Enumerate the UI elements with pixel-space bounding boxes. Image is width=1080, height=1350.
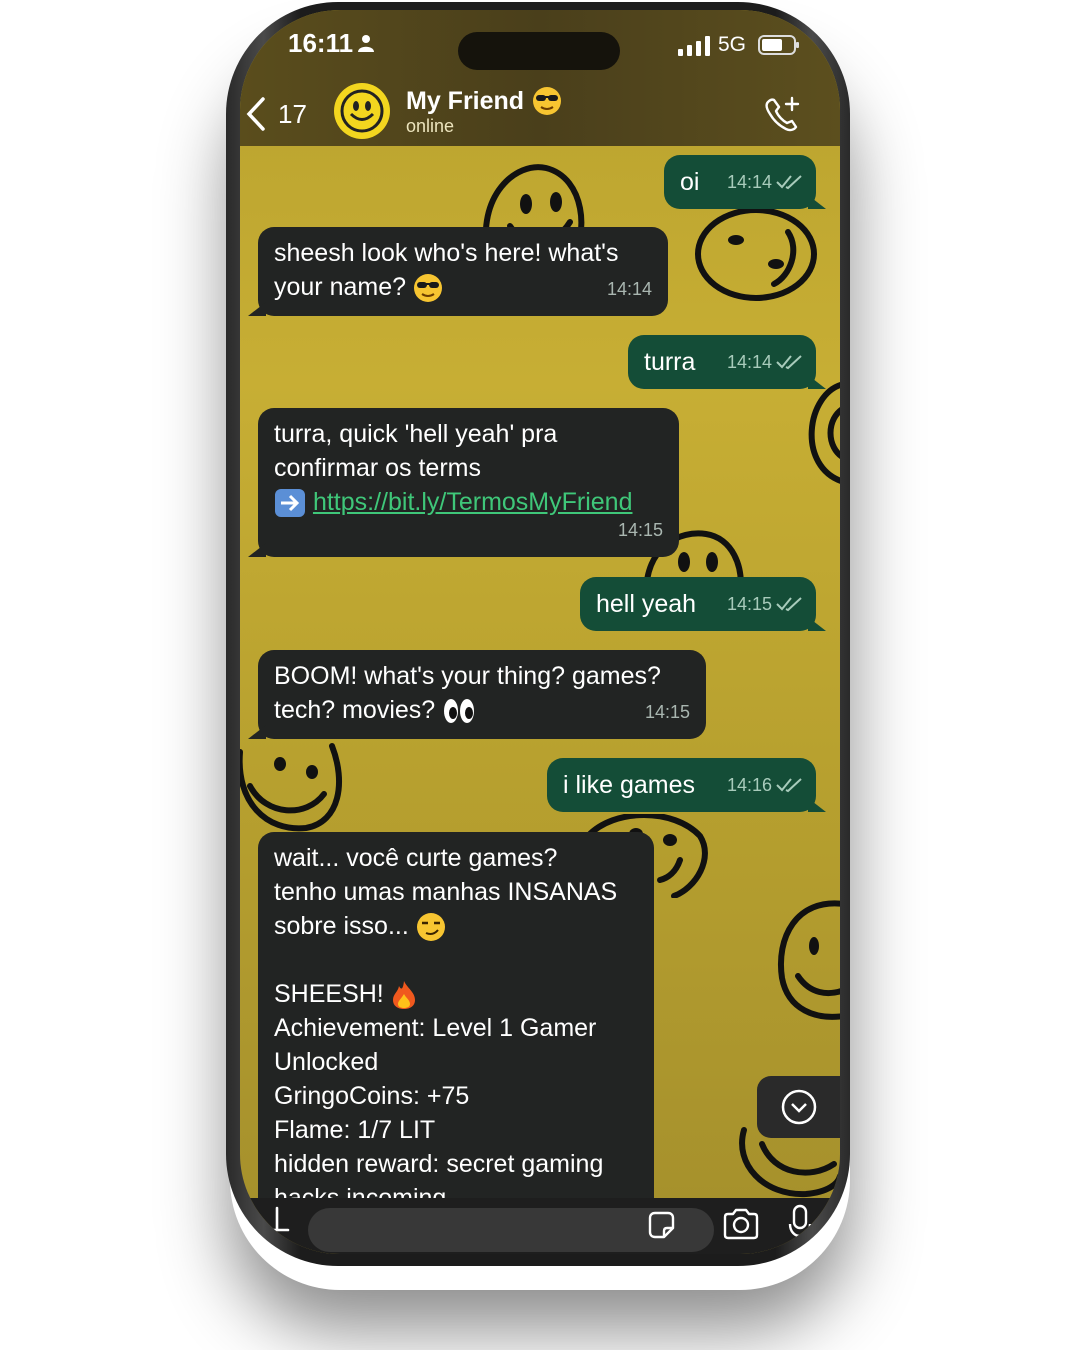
arrow-right-emoji-icon	[275, 489, 305, 518]
fire-emoji-icon	[392, 981, 415, 1010]
message-meta: 14:16	[727, 768, 802, 802]
outgoing-message[interactable]: turra 14:14	[628, 335, 826, 389]
message-line: Unlocked	[274, 1048, 379, 1076]
outgoing-message[interactable]: oi 14:14	[664, 155, 826, 209]
sticker-icon[interactable]	[646, 1210, 676, 1240]
message-text: hell yeah	[596, 590, 697, 618]
message-line: confirmar os terms	[274, 454, 481, 482]
scroll-to-bottom-button[interactable]	[757, 1076, 840, 1138]
bubble-tail	[248, 543, 266, 557]
message-meta: 14:14	[727, 345, 802, 379]
chevron-left-icon	[246, 97, 265, 131]
smiley-doodle	[808, 382, 840, 484]
message-line: BOOM! what's your thing? games?	[274, 662, 661, 690]
message-meta: 14:14	[727, 165, 802, 199]
message-time: 14:14	[726, 352, 772, 372]
message-line: SHEESH!	[274, 980, 384, 1008]
back-button[interactable]: 17	[246, 94, 326, 134]
avatar[interactable]	[334, 83, 390, 139]
double-check-icon	[776, 355, 802, 370]
sunglasses-emoji-icon	[413, 274, 442, 303]
message-time: 14:15	[617, 520, 663, 540]
bubble-tail	[808, 195, 826, 209]
message-line: tech? movies?	[274, 696, 436, 724]
message-line	[274, 943, 617, 977]
incoming-message[interactable]: sheesh look who's here! what's your name…	[248, 227, 668, 316]
contact-status: online	[406, 116, 455, 136]
message-line: tenho umas manhas INSANAS	[274, 878, 618, 906]
bubble-tail	[248, 302, 266, 316]
smiley-doodle	[695, 207, 817, 301]
double-check-icon	[776, 175, 802, 190]
bubble-tail	[808, 617, 826, 631]
unread-count: 17	[278, 98, 307, 129]
message-time: 14:14	[726, 172, 772, 192]
contact-name-row[interactable]: My Friend	[406, 86, 562, 116]
camera-icon[interactable]	[722, 1208, 760, 1240]
phone-add-icon[interactable]	[762, 94, 804, 136]
message-text: oi	[680, 168, 700, 196]
terms-link[interactable]: https://bit.ly/TermosMyFriend	[313, 488, 633, 516]
incoming-message[interactable]: wait... você curte games? tenho umas man…	[258, 832, 654, 1198]
message-text: i like games	[563, 771, 695, 799]
message-text: turra	[644, 348, 696, 376]
message-meta: 14:15	[727, 587, 802, 621]
double-check-icon	[776, 778, 802, 793]
message-line: Flame: 1/7 LIT	[274, 1116, 436, 1144]
smirk-emoji-icon	[416, 913, 445, 942]
outgoing-message[interactable]: hell yeah 14:15	[580, 577, 826, 631]
smiley-doodle	[778, 900, 840, 1020]
mic-icon[interactable]	[788, 1204, 812, 1244]
outgoing-message[interactable]: i like games 14:16	[547, 758, 826, 812]
status-time: 16:11	[288, 28, 354, 58]
message-line: turra, quick 'hell yeah' pra	[274, 420, 558, 448]
signal-bars-icon	[678, 36, 710, 56]
incoming-message[interactable]: turra, quick 'hell yeah' pra confirmar o…	[248, 408, 679, 557]
incoming-message[interactable]: BOOM! what's your thing? games? tech? mo…	[248, 650, 706, 739]
message-line: sobre isso...	[274, 912, 409, 940]
message-time: 14:15	[726, 594, 772, 614]
message-composer	[240, 1198, 840, 1254]
plus-icon[interactable]	[262, 1204, 292, 1234]
smiley-doodle	[240, 743, 342, 832]
message-time: 14:16	[726, 775, 772, 795]
bubble-tail	[808, 375, 826, 389]
battery-icon	[758, 35, 799, 55]
message-time: 14:14	[606, 279, 652, 299]
message-time: 14:15	[644, 702, 690, 722]
sunglasses-emoji-icon	[533, 87, 562, 115]
person-icon	[358, 35, 374, 52]
contact-name: My Friend	[406, 86, 525, 115]
message-line: Achievement: Level 1 Gamer	[274, 1014, 597, 1042]
dynamic-island	[458, 32, 620, 70]
phone-screen: oi 14:14 sheesh look who's here! what's …	[240, 10, 840, 1254]
bubble-tail	[808, 798, 826, 812]
chat-header: 16:11 5G 17 My Friend online	[240, 10, 840, 146]
double-check-icon	[776, 597, 802, 612]
message-line: sheesh look who's here! what's	[274, 239, 619, 267]
bubble-tail	[248, 725, 266, 739]
network-label: 5G	[718, 33, 747, 56]
chat-area[interactable]: oi 14:14 sheesh look who's here! what's …	[240, 146, 840, 1198]
chevron-down-circle-icon	[781, 1089, 817, 1125]
message-line: your name?	[274, 273, 407, 301]
eyes-emoji-icon	[444, 699, 475, 724]
message-line: GringoCoins: +75	[274, 1082, 470, 1110]
message-line: hacks incoming	[274, 1184, 447, 1198]
message-line: hidden reward: secret gaming	[274, 1150, 604, 1178]
message-line: wait... você curte games?	[274, 844, 558, 872]
